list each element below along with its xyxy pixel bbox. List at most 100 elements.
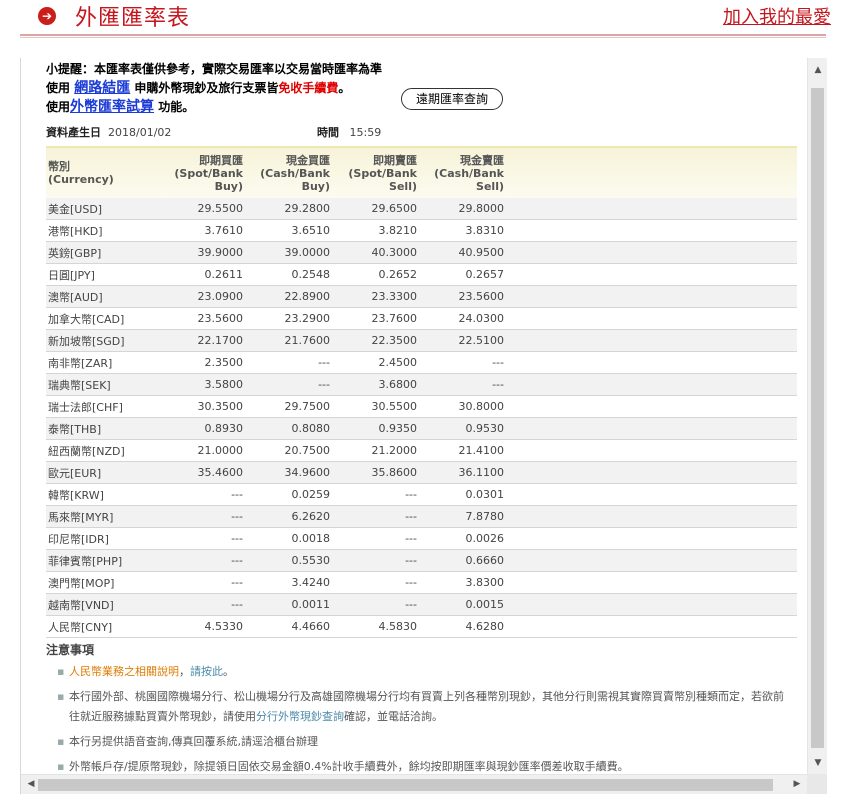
pad-cell: [509, 571, 797, 594]
currency-cell: 英鎊[GBP]: [46, 241, 161, 264]
bullet-icon: ▪: [57, 735, 65, 748]
spot-sell-cell: 21.2000: [335, 439, 422, 462]
spot-sell-cell: 23.7600: [335, 307, 422, 330]
spot-sell-cell: 0.2652: [335, 263, 422, 286]
spot-buy-cell: ---: [161, 483, 248, 506]
cash-buy-cell: 6.2620: [248, 505, 335, 528]
pad-cell: [509, 351, 797, 374]
rate-calculator-link[interactable]: 外幣匯率試算: [70, 99, 154, 115]
online-exchange-link[interactable]: 網路結匯: [74, 80, 130, 96]
currency-cell: 人民幣[CNY]: [46, 615, 161, 638]
currency-cell: 紐西蘭幣[NZD]: [46, 439, 161, 462]
note-item-fee: ▪ 外幣帳戶存/提原幣現鈔，除提領日固依交易金額0.4%計收手續費外，餘均按即期…: [57, 757, 789, 774]
col-cash-sell: 現金賣匯 (Cash/Bank Sell): [422, 146, 509, 198]
spot-buy-cell: 29.5500: [161, 198, 248, 220]
bullet-icon: ▪: [57, 760, 65, 773]
currency-cell: 日圓[JPY]: [46, 263, 161, 286]
pad-cell: [509, 329, 797, 352]
circle-arrow-right-icon: ➔: [38, 7, 56, 25]
time-info: 時間 15:59: [317, 124, 381, 140]
cash-buy-cell: 23.2900: [248, 307, 335, 330]
currency-cell: 港幣[HKD]: [46, 219, 161, 242]
cash-sell-cell: 7.8780: [422, 505, 509, 528]
cash-buy-cell: 39.0000: [248, 241, 335, 264]
spot-sell-cell: 35.8600: [335, 461, 422, 484]
cash-buy-cell: 29.2800: [248, 198, 335, 220]
cash-sell-cell: 21.4100: [422, 439, 509, 462]
cash-buy-cell: 0.2548: [248, 263, 335, 286]
notice-line-3-prefix: 使用: [46, 100, 71, 114]
branch-cash-query-link[interactable]: 分行外幣現鈔查詢: [256, 710, 344, 723]
note-text: 確認，並電話洽詢。: [344, 710, 443, 723]
page-title: 外匯匯率表: [75, 6, 191, 31]
cash-sell-cell: 4.6280: [422, 615, 509, 638]
time-label: 時間: [317, 126, 339, 139]
cash-buy-cell: ---: [248, 351, 335, 374]
table-row: 歐元[EUR] 35.4600 34.9600 35.8600 36.1100: [46, 461, 797, 484]
spot-buy-cell: 21.0000: [161, 439, 248, 462]
vertical-scrollbar[interactable]: ▲ ▼: [807, 58, 827, 774]
table-row: 馬來幣[MYR] --- 6.2620 --- 7.8780: [46, 505, 797, 528]
cash-sell-cell: 36.1100: [422, 461, 509, 484]
currency-cell: 馬來幣[MYR]: [46, 505, 161, 528]
cash-sell-cell: 3.8300: [422, 571, 509, 594]
spot-sell-cell: 2.4500: [335, 351, 422, 374]
pad-cell: [509, 439, 797, 462]
col-currency: 幣別 (Currency): [46, 146, 161, 198]
note-end: 。: [223, 665, 234, 678]
table-row: 新加坡幣[SGD] 22.1700 21.7600 22.3500 22.5100: [46, 329, 797, 352]
scroll-down-icon[interactable]: ▼: [808, 758, 827, 768]
cash-buy-cell: 3.6510: [248, 219, 335, 242]
currency-cell: 泰幣[THB]: [46, 417, 161, 440]
note-item-rmb: ▪ 人民幣業務之相關說明，請按此。: [57, 662, 789, 682]
currency-cell: 越南幣[VND]: [46, 593, 161, 616]
header-text: (Spot/Bank: [174, 166, 243, 180]
cash-sell-cell: ---: [422, 351, 509, 374]
spot-buy-cell: 35.4600: [161, 461, 248, 484]
click-here-link[interactable]: 請按此: [190, 665, 223, 678]
scroll-right-icon[interactable]: ▶: [787, 779, 807, 789]
spot-sell-cell: ---: [335, 571, 422, 594]
header-text: (Cash/Bank: [434, 166, 504, 180]
vertical-scroll-thumb[interactable]: [811, 88, 824, 748]
cash-buy-cell: 29.7500: [248, 395, 335, 418]
pad-cell: [509, 241, 797, 264]
horizontal-scroll-thumb[interactable]: [38, 779, 773, 791]
date-label: 資料產生日: [46, 126, 101, 139]
pad-cell: [509, 198, 797, 220]
exchange-rate-table: 幣別 (Currency) 即期買匯 (Spot/Bank Buy) 現金買匯 …: [46, 146, 797, 638]
spot-buy-cell: 39.9000: [161, 241, 248, 264]
pad-cell: [509, 219, 797, 242]
spot-buy-cell: 0.2611: [161, 263, 248, 286]
header-text: 現金買匯: [286, 153, 330, 167]
spot-sell-cell: ---: [335, 593, 422, 616]
page-header: ➔ 外匯匯率表 加入我的最愛: [0, 0, 843, 40]
header-text: 即期買匯: [199, 153, 243, 167]
add-favorite-link[interactable]: 加入我的最愛: [723, 3, 831, 29]
pad-cell: [509, 549, 797, 572]
spot-sell-cell: 29.6500: [335, 198, 422, 220]
cash-sell-cell: 29.8000: [422, 198, 509, 220]
cash-sell-cell: 3.8310: [422, 219, 509, 242]
currency-cell: 印尼幣[IDR]: [46, 527, 161, 550]
notes-list: ▪ 人民幣業務之相關說明，請按此。 ▪ 本行國外部、桃園國際機場分行、松山機場分…: [57, 662, 789, 774]
currency-cell: 菲律賓幣[PHP]: [46, 549, 161, 572]
table-body: 美金[USD] 29.5500 29.2800 29.6500 29.8000 港幣[HK…: [46, 198, 797, 638]
header-text: Buy): [214, 179, 243, 193]
pad-cell: [509, 373, 797, 396]
horizontal-scrollbar[interactable]: ◀ ▶: [21, 774, 807, 794]
forward-rate-button[interactable]: 遠期匯率查詢: [401, 88, 503, 110]
scroll-up-icon[interactable]: ▲: [808, 65, 827, 75]
spot-buy-cell: 30.3500: [161, 395, 248, 418]
header-divider-thin: [20, 37, 826, 38]
table-row: 澳幣[AUD] 23.0900 22.8900 23.3300 23.5600: [46, 285, 797, 308]
table-row: 越南幣[VND] --- 0.0011 --- 0.0015: [46, 593, 797, 616]
cash-sell-cell: 30.8000: [422, 395, 509, 418]
notice-block: 小提醒：本匯率表僅供參考，實際交易匯率以交易當時匯率為準 使用 網路結匯 申購外…: [46, 60, 382, 117]
notice-line-3: 使用外幣匯率試算 功能。: [46, 98, 382, 117]
spot-sell-cell: 4.5830: [335, 615, 422, 638]
cash-buy-cell: 22.8900: [248, 285, 335, 308]
rmb-info-link[interactable]: 人民幣業務之相關說明: [69, 665, 179, 678]
currency-cell: 澳門幣[MOP]: [46, 571, 161, 594]
header-text: (Cash/Bank: [260, 166, 330, 180]
